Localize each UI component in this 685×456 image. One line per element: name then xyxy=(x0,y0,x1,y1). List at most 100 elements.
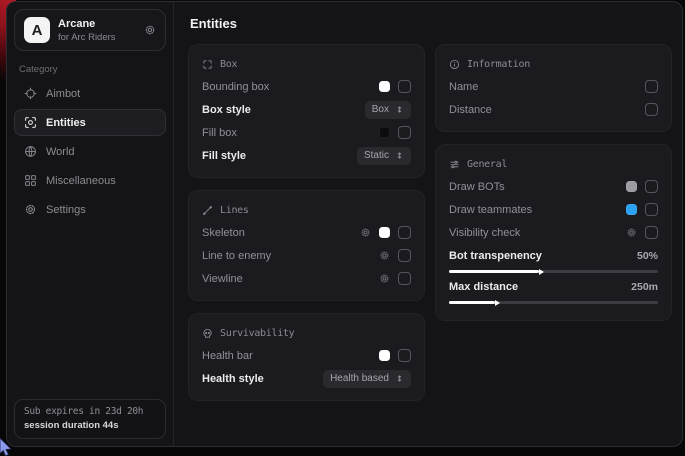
row-visibility-check: Visibility check xyxy=(449,222,658,243)
panel-box: BoxBounding boxBox styleBoxFill boxFill … xyxy=(188,44,425,178)
health-bar-controls xyxy=(379,349,411,362)
sidebar-item-miscellaneous[interactable]: Miscellaneous xyxy=(14,167,166,194)
bot-transpenency-label: Bot transpenency xyxy=(449,250,542,262)
health-bar-color-swatch[interactable] xyxy=(379,350,390,361)
row-bounding-box: Bounding box xyxy=(202,76,411,97)
fill-style-updown-icon xyxy=(395,151,404,160)
draw-teammates-color-swatch[interactable] xyxy=(626,204,637,215)
viewline-controls xyxy=(379,272,411,285)
skeleton-gear-icon[interactable] xyxy=(360,227,371,238)
fill-style-value: Static xyxy=(364,150,389,161)
row-name: Name xyxy=(449,76,658,97)
subscription-card: Sub expires in 23d 20h session duration … xyxy=(14,399,166,439)
draw-teammates-checkbox[interactable] xyxy=(645,203,658,216)
sidebar-item-label: World xyxy=(46,146,75,158)
draw-bots-checkbox[interactable] xyxy=(645,180,658,193)
row-bot-transpenency: Bot transpenency 50% xyxy=(449,247,658,273)
sidebar-item-label: Miscellaneous xyxy=(46,175,116,187)
health-bar-checkbox[interactable] xyxy=(398,349,411,362)
row-fill-style: Fill style Static xyxy=(202,145,411,166)
line-to-enemy-gear-icon[interactable] xyxy=(379,250,390,261)
max-distance-value: 250m xyxy=(631,281,658,293)
visibility-check-gear-icon[interactable] xyxy=(626,227,637,238)
skeleton-color-swatch[interactable] xyxy=(379,227,390,238)
bot-transpenency-value: 50% xyxy=(637,250,658,262)
health-style-label: Health style xyxy=(202,373,264,385)
row-line-to-enemy: Line to enemy xyxy=(202,245,411,266)
brand-subtitle: for Arc Riders xyxy=(58,32,132,43)
skeleton-checkbox[interactable] xyxy=(398,226,411,239)
distance-controls xyxy=(645,103,658,116)
info-icon xyxy=(449,59,460,70)
line-to-enemy-checkbox[interactable] xyxy=(398,249,411,262)
fill-style-dropdown[interactable]: Static xyxy=(357,147,411,165)
page-title: Entities xyxy=(190,16,669,31)
settings-gear-icon[interactable] xyxy=(144,24,156,36)
row-max-distance: Max distance 250m xyxy=(449,278,658,304)
panel-box-header: Box xyxy=(202,54,411,74)
sub-expiry-text: Sub expires in 23d 20h xyxy=(24,406,156,417)
sidebar-nav: Aimbot Entities World Miscellaneous Settings xyxy=(14,80,166,223)
panel-title: Lines xyxy=(220,205,249,216)
distance-label: Distance xyxy=(449,104,492,116)
sidebar-item-label: Settings xyxy=(46,204,86,216)
row-draw-bots: Draw BOTs xyxy=(449,176,658,197)
row-health-style: Health style Health based xyxy=(202,368,411,389)
gear-icon xyxy=(24,203,37,216)
visibility-check-checkbox[interactable] xyxy=(645,226,658,239)
name-checkbox[interactable] xyxy=(645,80,658,93)
row-skeleton: Skeleton xyxy=(202,222,411,243)
globe-icon xyxy=(24,145,37,158)
scan-icon xyxy=(24,116,37,129)
sidebar-item-world[interactable]: World xyxy=(14,138,166,165)
panel-title: Survivability xyxy=(220,328,294,339)
health-bar-label: Health bar xyxy=(202,350,253,362)
crosshair-icon xyxy=(24,87,37,100)
main-content: Entities BoxBounding boxBox styleBoxFill… xyxy=(174,2,682,446)
max-distance-label: Max distance xyxy=(449,281,518,293)
panel-general: GeneralDraw BOTsDraw teammatesVisibility… xyxy=(435,144,672,321)
max-distance-slider-thumb[interactable] xyxy=(495,300,500,306)
viewline-checkbox[interactable] xyxy=(398,272,411,285)
bot-transpenency-slider-thumb[interactable] xyxy=(539,269,544,275)
max-distance-slider[interactable] xyxy=(449,301,658,304)
sidebar-item-settings[interactable]: Settings xyxy=(14,196,166,223)
skeleton-label: Skeleton xyxy=(202,227,245,239)
bot-transpenency-slider[interactable] xyxy=(449,270,658,273)
grid-icon xyxy=(24,174,37,187)
fill-box-checkbox[interactable] xyxy=(398,126,411,139)
brand-text: Arcane for Arc Riders xyxy=(58,18,132,43)
panel-general-header: General xyxy=(449,154,658,174)
viewline-label: Viewline xyxy=(202,273,243,285)
fill-box-color-swatch[interactable] xyxy=(379,127,390,138)
sidebar-item-entities[interactable]: Entities xyxy=(14,109,166,136)
health-style-value: Health based xyxy=(330,373,389,384)
fill-style-label: Fill style xyxy=(202,150,246,162)
frame-icon xyxy=(202,59,213,70)
sidebar-item-label: Entities xyxy=(46,117,86,129)
panel-column-1: BoxBounding boxBox styleBoxFill boxFill … xyxy=(188,44,425,401)
brand-card: A Arcane for Arc Riders xyxy=(14,9,166,51)
panel-survivability: SurvivabilityHealth barHealth styleHealt… xyxy=(188,313,425,401)
bounding-box-label: Bounding box xyxy=(202,81,269,93)
line-to-enemy-controls xyxy=(379,249,411,262)
panel-information: InformationNameDistance xyxy=(435,44,672,132)
health-style-dropdown[interactable]: Health based xyxy=(323,370,411,388)
row-fill-box: Fill box xyxy=(202,122,411,143)
distance-checkbox[interactable] xyxy=(645,103,658,116)
app-window: A Arcane for Arc Riders Category AimbotE… xyxy=(6,1,683,447)
box-style-dropdown[interactable]: Box xyxy=(365,101,411,119)
sidebar-item-aimbot[interactable]: Aimbot xyxy=(14,80,166,107)
bounding-box-color-swatch[interactable] xyxy=(379,81,390,92)
sidebar-item-label: Aimbot xyxy=(46,88,80,100)
draw-bots-color-swatch[interactable] xyxy=(626,181,637,192)
fill-box-controls xyxy=(379,126,411,139)
skull-icon xyxy=(202,328,213,339)
bounding-box-checkbox[interactable] xyxy=(398,80,411,93)
row-health-bar: Health bar xyxy=(202,345,411,366)
row-distance: Distance xyxy=(449,99,658,120)
draw-bots-controls xyxy=(626,180,658,193)
panel-column-2: InformationNameDistanceGeneralDraw BOTsD… xyxy=(435,44,672,321)
row-draw-teammates: Draw teammates xyxy=(449,199,658,220)
viewline-gear-icon[interactable] xyxy=(379,273,390,284)
